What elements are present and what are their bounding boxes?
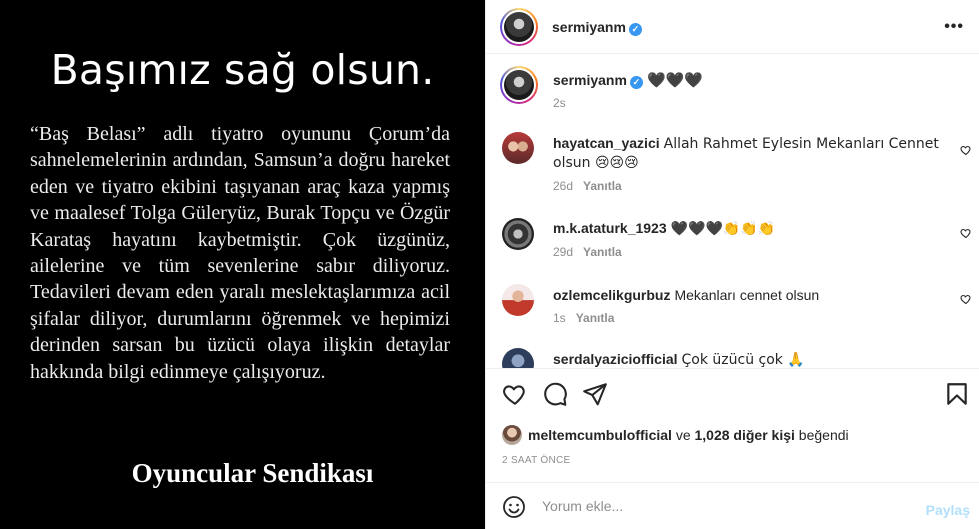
caption-username[interactable]: sermiyanm bbox=[553, 72, 627, 88]
comment-input[interactable] bbox=[542, 495, 902, 517]
likes-count[interactable]: 1,028 diğer kişi bbox=[695, 427, 795, 443]
comment-username[interactable]: ozlemcelikgurbuz bbox=[553, 287, 670, 303]
comment-avatar[interactable] bbox=[502, 284, 534, 316]
author-username[interactable]: sermiyanm ✓ bbox=[552, 19, 642, 36]
comment-text: ozlemcelikgurbuz Mekanları cennet olsun bbox=[553, 286, 948, 304]
comment-username[interactable]: serdalyaziciofficial bbox=[553, 351, 678, 367]
verified-icon: ✓ bbox=[629, 76, 643, 89]
comment-text: hayatcan_yazici Allah Rahmet Eylesin Meka… bbox=[553, 134, 948, 172]
post-image-body: “Baş Belası” adlı tiyatro oyununu Çorum’… bbox=[30, 123, 450, 383]
post-image[interactable]: Başımız sağ olsun. “Baş Belası” adlı tiy… bbox=[0, 0, 485, 529]
likes-suffix: beğendi bbox=[798, 427, 849, 443]
comment-meta: 1s Yanıtla bbox=[553, 311, 614, 325]
caption-time[interactable]: 2s bbox=[553, 96, 566, 110]
post-timestamp[interactable]: 2 SAAT ÖNCE bbox=[502, 455, 571, 466]
caption-avatar[interactable] bbox=[500, 66, 538, 104]
comment-username[interactable]: m.k.ataturk_1923 bbox=[553, 220, 667, 236]
comment-avatar[interactable] bbox=[502, 348, 534, 368]
add-comment-bar: Paylaş bbox=[486, 482, 979, 529]
caption-text: sermiyanm ✓ 🖤🖤🖤 bbox=[553, 71, 703, 89]
author-avatar[interactable] bbox=[500, 8, 538, 46]
emoji-icon[interactable] bbox=[502, 495, 526, 519]
more-options-icon[interactable]: ••• bbox=[944, 18, 964, 36]
comment-body: Çok üzücü çok 🙏 bbox=[681, 352, 805, 368]
liker-avatar[interactable] bbox=[502, 425, 522, 445]
author-username-text[interactable]: sermiyanm bbox=[552, 19, 626, 35]
post-actions: meltemcumbulofficial ve 1,028 diğer kişi… bbox=[486, 368, 979, 476]
post-image-heading: Başımız sağ olsun. bbox=[50, 46, 435, 94]
heart-icon[interactable] bbox=[502, 381, 528, 407]
comment-avatar[interactable] bbox=[502, 218, 534, 250]
post-image-signature: Oyuncular Sendikası bbox=[131, 458, 374, 488]
comment-like-icon[interactable] bbox=[960, 293, 972, 305]
comments-list[interactable]: hayatcan_yazici Allah Rahmet Eylesin Meka… bbox=[486, 120, 979, 368]
verified-icon: ✓ bbox=[628, 23, 642, 36]
comment-icon[interactable] bbox=[542, 381, 568, 407]
comment-body: Mekanları cennet olsun bbox=[674, 287, 820, 303]
liker-username[interactable]: meltemcumbulofficial bbox=[528, 427, 672, 443]
comment-time[interactable]: 29d bbox=[553, 245, 573, 259]
post-header: sermiyanm ✓ ••• bbox=[486, 0, 979, 54]
comment-text: serdalyaziciofficial Çok üzücü çok 🙏 bbox=[553, 350, 948, 368]
caption-body: 🖤🖤🖤 bbox=[646, 71, 703, 89]
comment-avatar[interactable] bbox=[502, 132, 534, 164]
reply-button[interactable]: Yanıtla bbox=[576, 311, 615, 325]
comment-time[interactable]: 1s bbox=[553, 311, 566, 325]
share-icon[interactable] bbox=[582, 381, 608, 407]
comment-body: 🖤🖤🖤👏👏👏 bbox=[670, 221, 776, 237]
comment-meta: 26d Yanıtla bbox=[553, 179, 622, 193]
comment-like-icon[interactable] bbox=[960, 144, 972, 156]
reply-button[interactable]: Yanıtla bbox=[583, 179, 622, 193]
bookmark-icon[interactable] bbox=[944, 381, 970, 407]
comment-username[interactable]: hayatcan_yazici bbox=[553, 135, 660, 151]
comment-time[interactable]: 26d bbox=[553, 179, 573, 193]
reply-button[interactable]: Yanıtla bbox=[583, 245, 622, 259]
comment-meta: 29d Yanıtla bbox=[553, 245, 622, 259]
likes-summary[interactable]: meltemcumbulofficial ve 1,028 diğer kişi… bbox=[502, 425, 849, 445]
likes-connector: ve bbox=[675, 427, 691, 443]
post-comment-button[interactable]: Paylaş bbox=[926, 502, 970, 518]
comment-text: m.k.ataturk_1923 🖤🖤🖤👏👏👏 bbox=[553, 219, 948, 238]
comment-like-icon[interactable] bbox=[960, 227, 972, 239]
post-side-panel: sermiyanm ✓ ••• sermiyanm ✓ 🖤🖤🖤 2s hayatcan… bbox=[485, 0, 979, 529]
